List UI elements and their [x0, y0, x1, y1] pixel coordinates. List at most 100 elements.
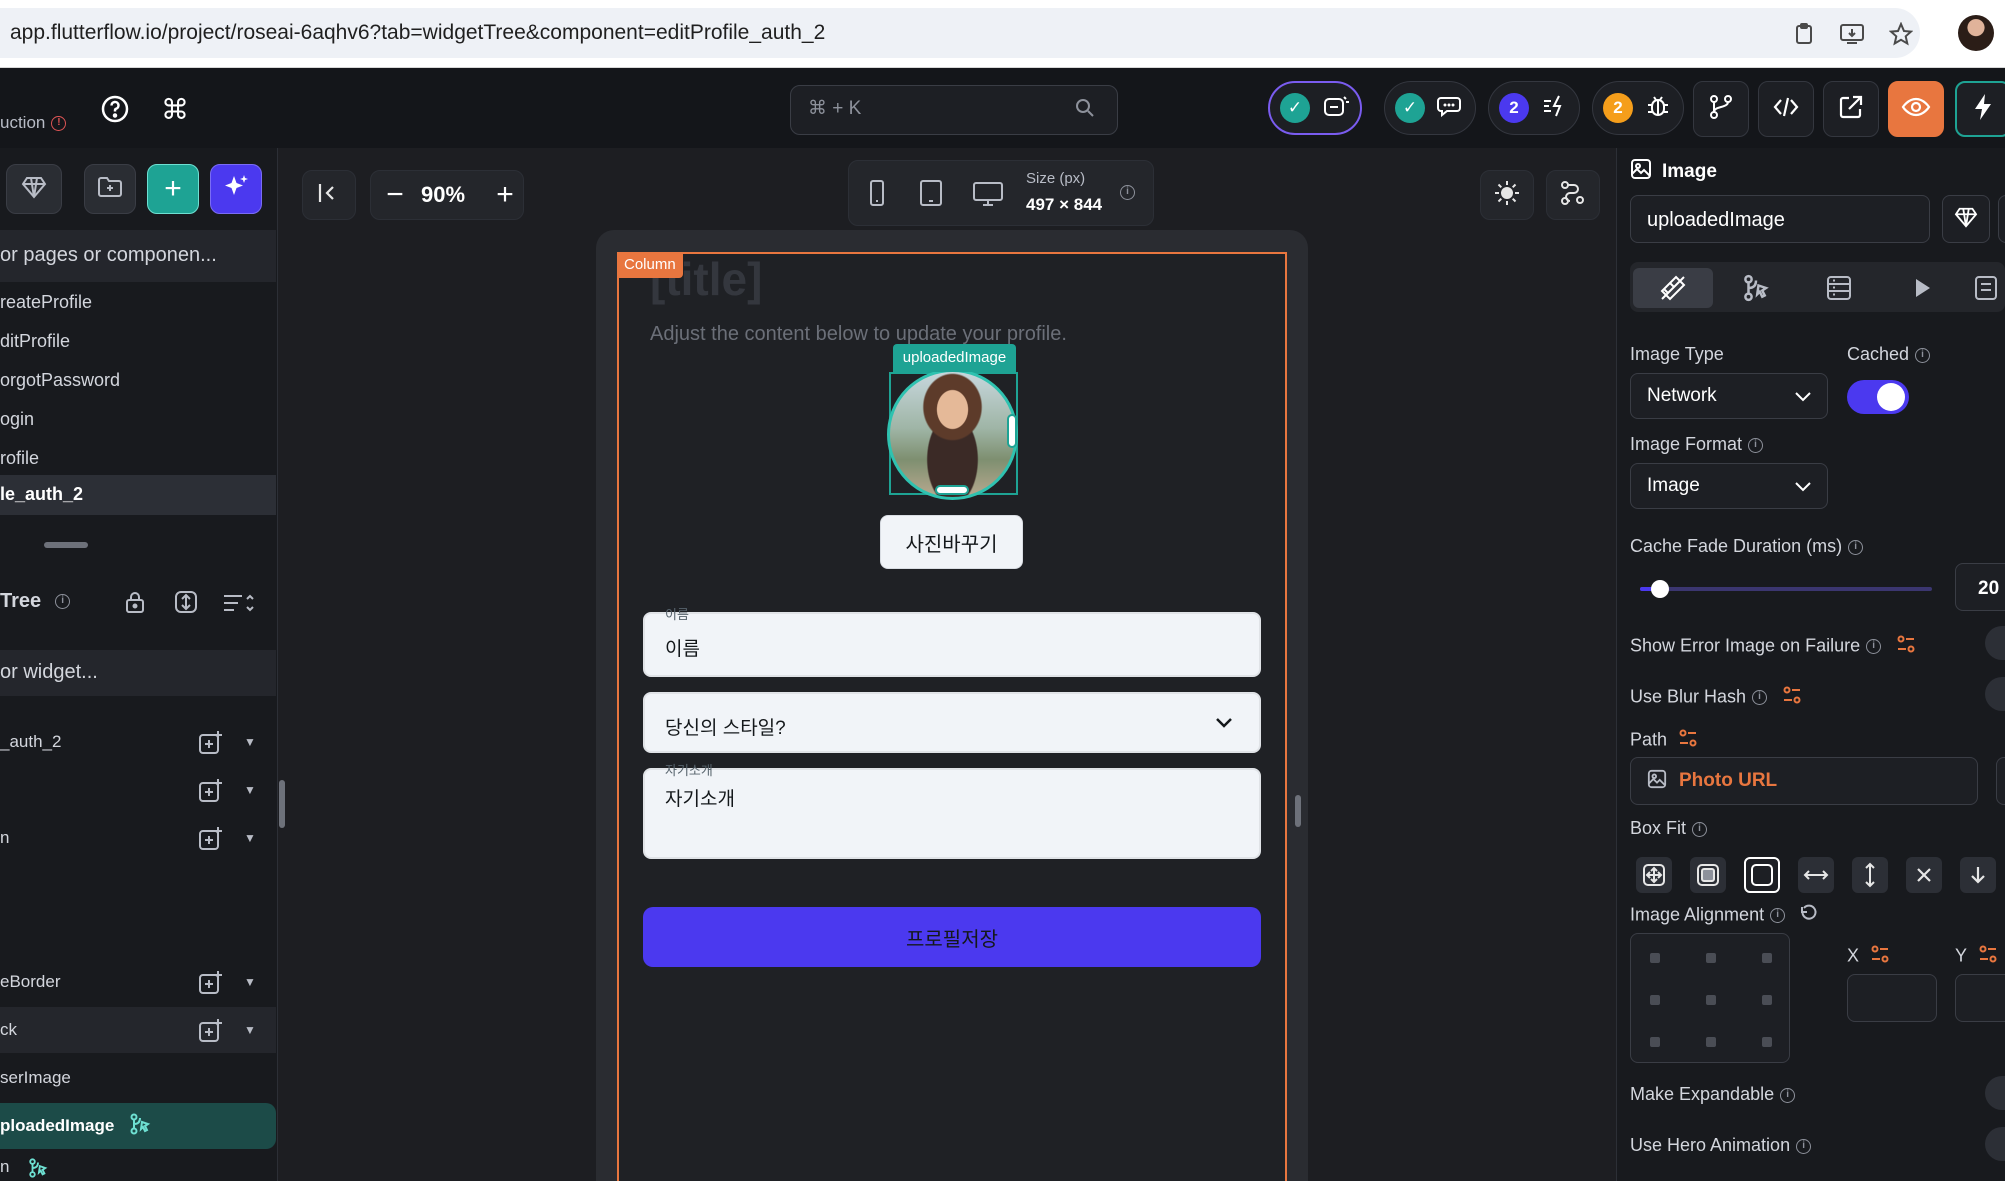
- page-item[interactable]: rofile: [0, 439, 276, 477]
- tree-item[interactable]: ck: [0, 1007, 276, 1053]
- align-top-left[interactable]: [1650, 953, 1660, 963]
- caret-down-icon[interactable]: ▼: [244, 735, 256, 749]
- page-item[interactable]: reateProfile: [0, 283, 276, 321]
- actions-warnings-button[interactable]: 2: [1488, 81, 1580, 135]
- open-external-button[interactable]: [1823, 81, 1879, 137]
- new-folder-button[interactable]: [84, 164, 136, 214]
- align-center[interactable]: [1706, 995, 1716, 1005]
- alignment-y-input[interactable]: [1955, 974, 2005, 1022]
- boxfit-fill-icon[interactable]: [1744, 857, 1780, 893]
- zoom-level[interactable]: 90%: [421, 182, 465, 208]
- expand-collapse-icon[interactable]: [174, 590, 198, 619]
- tree-options-icon[interactable]: [222, 592, 254, 619]
- collapse-left-button[interactable]: [302, 170, 356, 220]
- bio-field[interactable]: 자기소개 자기소개: [643, 763, 1261, 859]
- lock-icon[interactable]: [124, 590, 146, 619]
- ai-agent-status-button[interactable]: ✓: [1268, 81, 1362, 135]
- view-code-button[interactable]: [1758, 81, 1814, 137]
- variable-icon[interactable]: [1896, 634, 1916, 659]
- boxfit-fit-width-icon[interactable]: [1798, 857, 1834, 893]
- caret-down-icon[interactable]: ▼: [244, 783, 256, 797]
- caret-down-icon[interactable]: ▼: [244, 831, 256, 845]
- reset-icon[interactable]: [1798, 903, 1818, 928]
- align-top-right[interactable]: [1762, 953, 1772, 963]
- boxfit-scale-down-icon[interactable]: [1960, 857, 1996, 893]
- ai-generate-button[interactable]: [210, 164, 262, 214]
- uploaded-profile-image[interactable]: [887, 369, 1018, 500]
- tree-item[interactable]: n: [0, 1151, 276, 1181]
- resize-handle-right[interactable]: [1007, 414, 1017, 448]
- alignment-x-input[interactable]: [1847, 974, 1937, 1022]
- canvas-resize-handle[interactable]: [1295, 795, 1301, 827]
- desktop-device-icon[interactable]: [972, 180, 1004, 213]
- add-widget-icon[interactable]: [196, 775, 226, 805]
- align-bottom-left[interactable]: [1650, 1037, 1660, 1047]
- boxfit-contain-icon[interactable]: [1636, 857, 1672, 893]
- boxfit-fit-height-icon[interactable]: [1852, 857, 1888, 893]
- page-item[interactable]: orgotPassword: [0, 361, 276, 399]
- image-type-dropdown[interactable]: Network: [1630, 373, 1828, 419]
- url-text[interactable]: app.flutterflow.io/project/roseai-6aqhv6…: [10, 21, 825, 45]
- left-panel-resize-handle[interactable]: [279, 780, 285, 828]
- more-button[interactable]: [1998, 195, 2005, 243]
- tree-item[interactable]: eBorder: [0, 959, 276, 1005]
- page-subtitle[interactable]: Adjust the content below to update your …: [650, 323, 1067, 346]
- zoom-out-button[interactable]: −: [378, 176, 412, 214]
- page-item[interactable]: ogin: [0, 400, 276, 438]
- caret-down-icon[interactable]: ▼: [244, 1023, 256, 1037]
- variable-icon[interactable]: [1978, 944, 1998, 969]
- image-alignment-grid[interactable]: [1630, 933, 1790, 1063]
- canvas-settings-button[interactable]: [1546, 170, 1600, 220]
- boxfit-none-icon[interactable]: [1906, 857, 1942, 893]
- save-profile-button[interactable]: 프로필저장: [643, 907, 1261, 967]
- bookmark-star-icon[interactable]: [1885, 18, 1917, 50]
- tab-animations[interactable]: [1882, 268, 1962, 308]
- tab-backend-query[interactable]: [1799, 268, 1879, 308]
- cache-fade-slider-track[interactable]: [1640, 587, 1932, 591]
- uploaded-image-tag[interactable]: uploadedImage: [893, 344, 1016, 372]
- add-widget-icon[interactable]: [196, 1015, 226, 1045]
- tree-item[interactable]: _auth_2: [0, 719, 276, 765]
- zoom-in-button[interactable]: +: [488, 176, 522, 214]
- user-avatar[interactable]: [1958, 15, 1994, 51]
- theme-toggle-button[interactable]: [1480, 170, 1534, 220]
- cache-fade-input[interactable]: 20: [1955, 563, 2005, 611]
- run-button[interactable]: [1955, 81, 2005, 137]
- caret-down-icon[interactable]: ▼: [244, 975, 256, 989]
- page-item-selected[interactable]: le_auth_2: [0, 475, 276, 515]
- phone-device-icon[interactable]: [866, 178, 888, 213]
- path-value-field[interactable]: Photo URL: [1630, 757, 1978, 805]
- style-dropdown[interactable]: 당신의 스타일?: [643, 692, 1261, 753]
- variable-icon[interactable]: [1678, 728, 1698, 753]
- install-app-icon[interactable]: [1836, 18, 1868, 50]
- tree-item[interactable]: n: [0, 815, 276, 861]
- resize-handle-bottom[interactable]: [935, 485, 969, 495]
- tab-properties[interactable]: [1633, 268, 1713, 308]
- align-bottom-right[interactable]: [1762, 1037, 1772, 1047]
- tab-more[interactable]: [1965, 268, 2005, 308]
- align-top-center[interactable]: [1706, 953, 1716, 963]
- align-bottom-center[interactable]: [1706, 1037, 1716, 1047]
- image-format-dropdown[interactable]: Image: [1630, 463, 1828, 509]
- add-widget-icon[interactable]: [196, 823, 226, 853]
- tree-item[interactable]: serImage: [0, 1055, 276, 1101]
- convert-to-component-button[interactable]: [1942, 195, 1990, 243]
- issues-button[interactable]: 2: [1592, 81, 1684, 135]
- add-widget-icon[interactable]: [196, 967, 226, 997]
- change-photo-button[interactable]: 사진바꾸기: [880, 515, 1023, 569]
- components-library-button[interactable]: [6, 164, 62, 214]
- clipboard-icon[interactable]: [1788, 18, 1820, 50]
- add-widget-icon[interactable]: [196, 727, 226, 757]
- help-icon[interactable]: [95, 89, 135, 129]
- path-extra-button[interactable]: [1996, 757, 2005, 805]
- cache-fade-slider-handle[interactable]: [1651, 580, 1669, 598]
- tab-actions[interactable]: [1716, 268, 1796, 308]
- add-page-button[interactable]: +: [147, 164, 199, 214]
- page-item[interactable]: ditProfile: [0, 322, 276, 360]
- variable-icon[interactable]: [1782, 685, 1802, 710]
- tree-item[interactable]: [0, 767, 276, 813]
- branching-button[interactable]: [1693, 81, 1749, 137]
- preview-button[interactable]: [1888, 81, 1944, 137]
- environment-label[interactable]: uction!: [0, 113, 67, 133]
- name-field[interactable]: 이름 이름: [643, 607, 1261, 677]
